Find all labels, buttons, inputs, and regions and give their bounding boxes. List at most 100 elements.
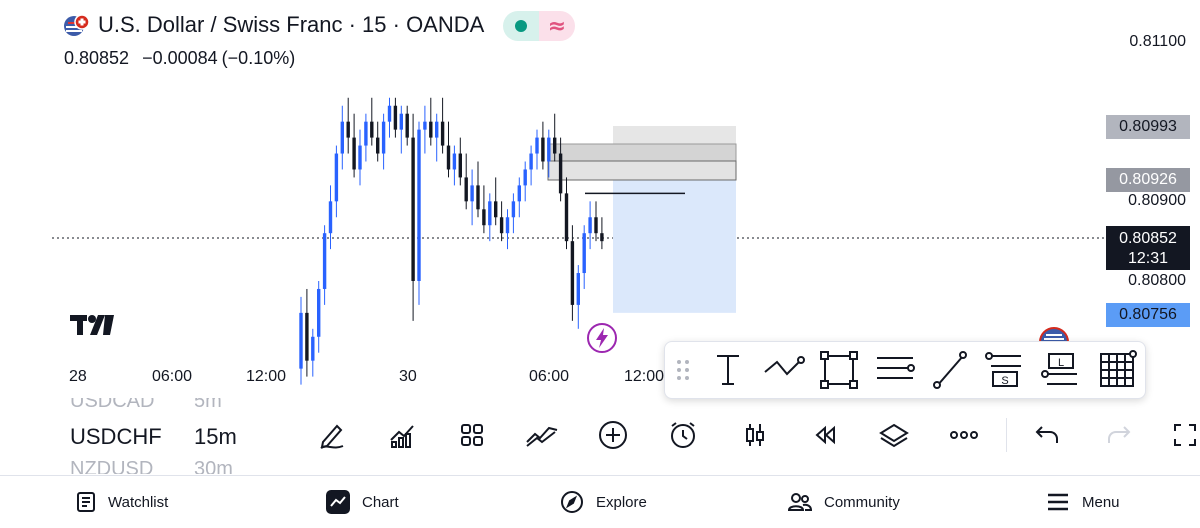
candle-up [505,217,510,234]
candle-down [305,312,309,361]
time-axis-label: 30 [399,368,417,385]
time-axis-label: 12:00 [624,368,665,385]
layout-grid-icon[interactable] [455,418,489,452]
undo-icon[interactable] [1030,418,1064,452]
candle-down [352,137,356,170]
candle-up [299,312,303,369]
time-axis-label: 12:00 [246,368,287,385]
candle-down [440,121,445,146]
drag-handle-icon[interactable] [677,360,689,380]
redo-icon[interactable] [1102,418,1136,452]
short-label: S [1001,375,1008,387]
candle-down [594,217,598,234]
candle-down [429,121,433,138]
candle-down [458,153,462,178]
price-summary: 0.80852 −0.00084 (−0.10%) [64,48,303,69]
symbol-title[interactable]: U.S. Dollar / Swiss Franc · 15 · OANDA [98,12,484,38]
candle-up [328,201,333,234]
replay-icon[interactable] [807,418,841,452]
ray-tool-icon[interactable] [933,351,967,389]
last-price: 0.80852 [64,48,130,68]
symbol-interval-picker[interactable]: USDCAD 5m USDCHF 15m NZDUSD 30m [70,398,270,474]
price-tag-rect-top: 0.80993 [1106,115,1190,139]
price-axis-label: 0.80900 [1128,192,1186,209]
indicators-icon[interactable] [385,418,419,452]
candle-down [494,201,498,218]
compass-icon [561,491,583,513]
horizontal-ray-tool-icon[interactable] [877,357,915,379]
drawing-rectangle-mid[interactable] [547,143,737,162]
candle-down [405,113,409,138]
market-status-badges[interactable]: ≈ [503,11,575,41]
draw-pencil-icon[interactable] [315,418,349,452]
symbol-row-next[interactable]: NZDUSD 30m [70,458,233,474]
price-axis-label: 0.81100 [1129,33,1186,50]
nav-chart[interactable]: Chart [326,476,399,528]
market-open-dot-icon [503,11,539,41]
candle-down [553,137,557,154]
candle-up [517,185,521,202]
grid-tool-icon[interactable] [1100,350,1137,387]
trend-line-tool-icon[interactable] [764,356,805,376]
alert-clock-icon[interactable] [666,418,700,452]
candle-up [387,105,392,122]
candle-down [564,193,569,242]
candle-down [482,209,486,226]
candle-up [311,336,315,361]
candles-icon[interactable] [738,418,772,452]
current-price-value: 0.80852 [1119,230,1177,247]
candle-down [499,217,504,234]
add-circle-icon[interactable] [596,418,630,452]
position-entry-band[interactable] [547,160,737,181]
price-axis-label: 0.80800 [1128,272,1186,289]
nav-community[interactable]: Community [788,476,900,528]
toolbar-divider [1006,418,1007,452]
nav-label: Chart [362,493,399,511]
price-tag-target: 0.80756 [1106,303,1190,327]
candle-up [334,153,339,202]
price-tag-rect-bottom: 0.80926 [1106,168,1190,192]
candle-up [535,137,539,154]
text-tool-icon[interactable] [717,355,739,385]
candle-up [417,129,421,281]
candle-up [358,145,362,170]
candle-up [488,201,492,226]
candle-up [322,233,327,289]
candle-up [547,137,551,162]
layers-icon[interactable] [877,418,911,452]
candle-up [423,121,427,130]
candle-up [511,201,516,218]
rectangle-tool-icon[interactable] [820,351,858,389]
long-label: L [1058,357,1064,369]
nav-menu[interactable]: Menu [1046,476,1120,528]
nav-label: Community [824,493,900,511]
menu-icon [1048,493,1068,511]
symbol-interval: 30m [194,458,233,474]
drawing-tools-panel: S L [664,341,1146,399]
nav-watchlist[interactable]: Watchlist [76,476,168,528]
candle-down [376,137,380,154]
nav-label: Menu [1082,493,1120,511]
compare-icon[interactable] [525,418,559,452]
candle-up [399,113,403,130]
symbol-interval: 5m [194,398,222,412]
bottom-navigation: Watchlist Chart Explore Community Menu [0,475,1200,528]
fullscreen-icon[interactable] [1168,418,1200,452]
symbol-row-current[interactable]: USDCHF 15m [70,424,237,450]
candles-series [299,97,604,385]
symbol-name: NZDUSD [70,458,154,474]
more-icon[interactable] [947,418,981,452]
lightning-event-icon[interactable] [586,322,618,359]
candle-down [370,121,374,138]
symbol-name: USDCHF [70,424,162,449]
nav-explore[interactable]: Explore [560,476,647,528]
current-price-tag: 0.80852 12:31 [1106,226,1190,270]
symbol-row-prev[interactable]: USDCAD 5m [70,398,222,413]
candle-down [570,241,575,305]
watchlist-icon [77,492,95,512]
drawing-rectangle-top[interactable] [613,126,736,144]
nav-label: Watchlist [108,493,169,511]
candle-up [435,121,439,138]
candle-down [411,137,415,281]
tradingview-logo-icon[interactable] [70,313,116,342]
